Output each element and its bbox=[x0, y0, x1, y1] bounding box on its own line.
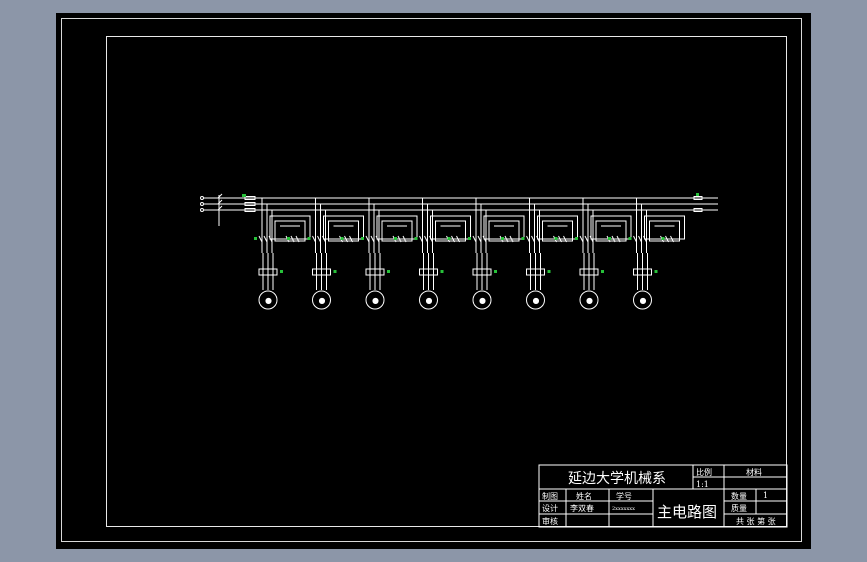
role-designer: 设计 bbox=[542, 503, 558, 513]
drawing-title: 主电路图 bbox=[657, 503, 717, 521]
material-label: 材料 bbox=[746, 467, 762, 477]
scale-label: 比例 bbox=[696, 467, 712, 477]
organization-name: 延边大学机械系 bbox=[568, 471, 666, 487]
quantity-label: 数量 bbox=[731, 491, 747, 501]
weight-label: 质量 bbox=[731, 503, 747, 513]
header-id: 学号 bbox=[616, 491, 632, 501]
scale-value: 1:1 bbox=[696, 480, 709, 489]
role-drafter: 制图 bbox=[542, 491, 558, 501]
role-reviewer: 审核 bbox=[542, 516, 558, 526]
quantity-value: 1 bbox=[763, 491, 768, 500]
designer-name: 李双春 bbox=[570, 503, 594, 513]
sheets-text: 共 张 第 张 bbox=[736, 516, 776, 526]
designer-id: 2xxxxxxx bbox=[612, 506, 635, 512]
drawing-viewport[interactable]: ● ● ● ● ● ● ● ● 延边大学机械系 比例 1:1 材料 姓名 学号 制图 设计 李… bbox=[56, 13, 811, 549]
title-block: 延边大学机械系 比例 1:1 材料 姓名 学号 制图 设计 李双春 2xxxxx… bbox=[538, 464, 788, 528]
header-name: 姓名 bbox=[576, 491, 592, 501]
